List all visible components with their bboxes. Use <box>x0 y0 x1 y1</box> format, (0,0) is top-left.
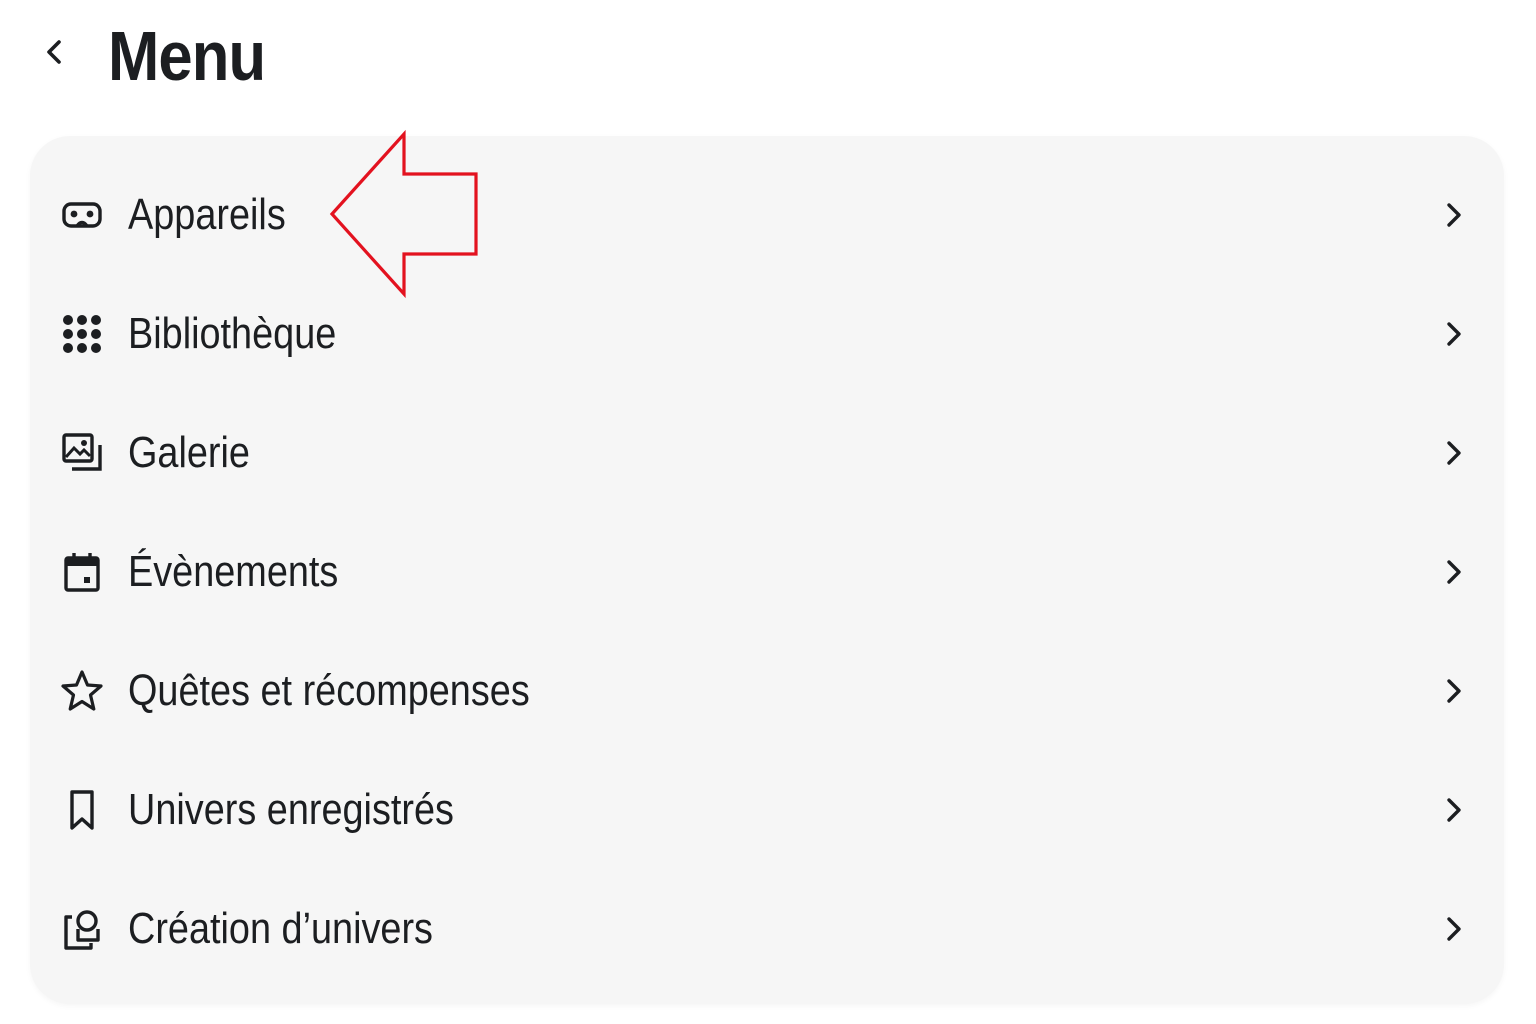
chevron-right-icon <box>1440 792 1468 828</box>
menu-item-label: Univers enregistrés <box>128 784 454 834</box>
chevron-right-icon <box>1440 197 1468 233</box>
grid-dots-icon <box>60 312 104 356</box>
menu-item-label: Évènements <box>128 546 339 596</box>
menu-item-saved-worlds[interactable]: Univers enregistrés <box>30 750 1504 869</box>
menu-list: Appareils Bibliothèque Galerie Évènement… <box>30 136 1504 1004</box>
menu-item-label: Création d’univers <box>128 903 433 953</box>
chevron-right-icon <box>1440 911 1468 947</box>
menu-item-label: Galerie <box>128 427 250 477</box>
back-button[interactable] <box>30 28 78 76</box>
chevron-right-icon <box>1440 316 1468 352</box>
gallery-icon <box>60 431 104 475</box>
header: Menu <box>0 0 1536 110</box>
page-title: Menu <box>108 17 266 95</box>
calendar-icon <box>60 550 104 594</box>
menu-item-library[interactable]: Bibliothèque <box>30 274 1504 393</box>
world-creation-icon <box>60 907 104 951</box>
vr-headset-icon <box>60 193 104 237</box>
menu-item-world-creation[interactable]: Création d’univers <box>30 869 1504 988</box>
menu-item-devices[interactable]: Appareils <box>30 155 1504 274</box>
menu-item-label: Appareils <box>128 189 286 239</box>
chevron-left-icon <box>47 40 61 64</box>
menu-item-label: Bibliothèque <box>128 308 337 358</box>
chevron-right-icon <box>1440 435 1468 471</box>
chevron-right-icon <box>1440 554 1468 590</box>
menu-item-label: Quêtes et récompenses <box>128 665 530 715</box>
menu-item-gallery[interactable]: Galerie <box>30 393 1504 512</box>
menu-item-quests-rewards[interactable]: Quêtes et récompenses <box>30 631 1504 750</box>
menu-page: Menu Appareils Bibliothèque Galerie Évèn… <box>0 0 1536 1024</box>
chevron-right-icon <box>1440 673 1468 709</box>
bookmark-icon <box>60 788 104 832</box>
menu-item-events[interactable]: Évènements <box>30 512 1504 631</box>
star-icon <box>60 669 104 713</box>
